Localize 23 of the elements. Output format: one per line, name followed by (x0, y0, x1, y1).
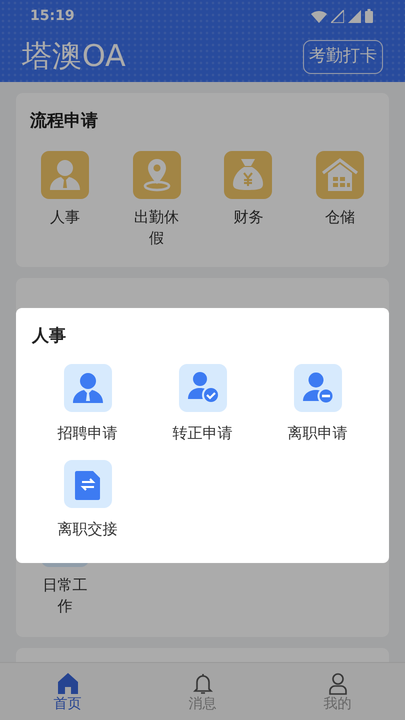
signal-icon (331, 10, 344, 22)
menu-item-label[interactable]: 日常工作 (40, 575, 90, 617)
signal-icon (348, 10, 361, 22)
section-title: 流程申请 (30, 110, 99, 133)
dialog-title: 人事 (32, 325, 67, 348)
menu-item-label[interactable]: 招聘申请 (58, 422, 118, 444)
app-title: 塔澳OA (22, 42, 126, 72)
menu-item-label[interactable]: 财务 (233, 206, 264, 228)
person-check-icon[interactable] (178, 364, 226, 412)
person-icon[interactable] (64, 364, 112, 412)
menu-item-label[interactable]: 仓储 (324, 206, 355, 228)
battery-icon (365, 9, 373, 23)
menu-item-label[interactable]: 离职申请 (288, 422, 348, 444)
menu-item-label[interactable]: 离职交接 (58, 518, 118, 540)
menu-item-label[interactable]: 转正申请 (172, 422, 232, 444)
menu-item-label[interactable]: 出勤休假 (132, 206, 182, 248)
status-time: 15:19 (30, 6, 75, 26)
clock-in-button[interactable]: 考勤打卡 (303, 40, 383, 74)
person-minus-icon[interactable] (294, 364, 342, 412)
document-swap-icon[interactable] (64, 460, 112, 508)
tab-item[interactable]: 首页 (18, 670, 118, 713)
wifi-icon (311, 10, 327, 22)
menu-item-label[interactable]: 人事 (50, 206, 80, 228)
